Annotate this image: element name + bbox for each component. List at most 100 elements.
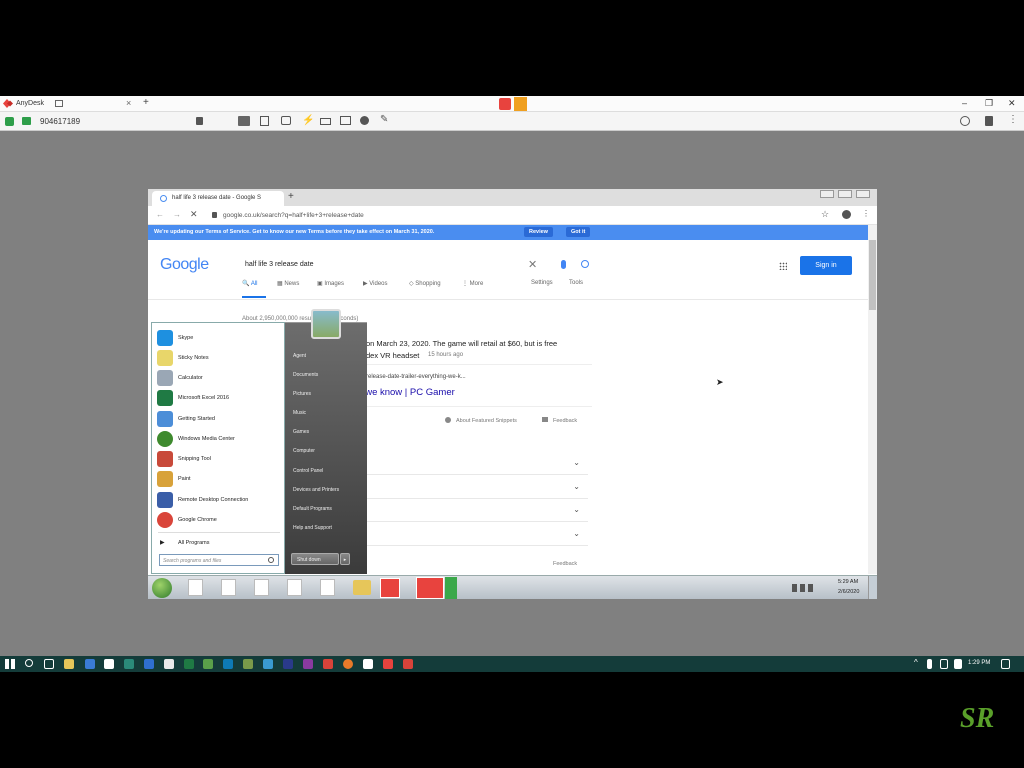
taskbar-app-icon[interactable] — [221, 579, 236, 596]
address-bar[interactable]: google.co.uk/search?q=half+life+3+releas… — [223, 212, 364, 219]
firefox-icon[interactable] — [343, 659, 353, 669]
taskbar-app-icon[interactable] — [254, 579, 269, 596]
tab-images[interactable]: ▣ Images — [317, 280, 344, 287]
actions-icon[interactable]: ⚡ — [302, 115, 314, 126]
tab-more[interactable]: ⋮ More — [462, 280, 483, 287]
shutdown-button[interactable]: Shut down — [291, 553, 339, 565]
screen-icon[interactable] — [340, 116, 351, 125]
search-input[interactable]: half life 3 release date — [245, 261, 314, 268]
start-link-games[interactable]: Games — [293, 429, 309, 435]
user-picture[interactable] — [311, 309, 341, 339]
taskbar-anydesk-icon[interactable] — [380, 578, 400, 598]
start-item-paint[interactable]: Paint — [156, 470, 284, 489]
file-explorer-icon[interactable] — [64, 659, 74, 669]
chrome-new-tab-button[interactable]: + — [288, 191, 294, 202]
remote-session-icon[interactable] — [499, 98, 511, 110]
chrome-minimize-button[interactable] — [820, 190, 834, 198]
start-link-default-programs[interactable]: Default Programs — [293, 506, 332, 512]
tab-all[interactable]: 🔍 All — [242, 280, 257, 287]
anydesk-new-tab-button[interactable]: + — [143, 97, 149, 108]
tray-chevron-icon[interactable]: ^ — [914, 658, 918, 667]
tos-got-it-button[interactable]: Got it — [566, 227, 591, 237]
search-icon[interactable] — [25, 659, 33, 667]
tools-link[interactable]: Tools — [569, 280, 583, 286]
chrome-tab[interactable]: half life 3 release date - Google S — [152, 191, 284, 206]
app-icon[interactable] — [263, 659, 273, 669]
start-link-help-support[interactable]: Help and Support — [293, 525, 332, 531]
chrome-maximize-button[interactable] — [838, 190, 852, 198]
people-also-ask-row[interactable]: ⌄ — [366, 455, 588, 475]
start-link-documents[interactable]: Documents — [293, 372, 318, 378]
settings-icon[interactable] — [360, 116, 369, 125]
keyboard-icon[interactable] — [320, 118, 331, 125]
tray-icon[interactable] — [940, 659, 948, 669]
people-also-ask-row[interactable]: ⌄ — [366, 526, 588, 546]
anydesk-tab-close[interactable]: × — [126, 98, 131, 108]
chrome-window-controls[interactable] — [820, 190, 872, 199]
app-icon[interactable] — [403, 659, 413, 669]
start-item-media-center[interactable]: Windows Media Center — [156, 430, 284, 449]
start-item-skype[interactable]: Skype — [156, 329, 284, 348]
taskbar-app-icon[interactable] — [320, 579, 335, 596]
start-link-devices-printers[interactable]: Devices and Printers — [293, 487, 339, 493]
start-item-getting-started[interactable]: Getting Started — [156, 410, 284, 429]
snippet-title-link[interactable]: ng we know | PC Gamer — [352, 387, 455, 398]
feedback-bottom-link[interactable]: Feedback — [553, 561, 577, 567]
app-icon[interactable] — [323, 659, 333, 669]
taskbar-folder-icon[interactable] — [353, 580, 371, 595]
store-icon[interactable] — [104, 659, 114, 669]
chrome-scrollbar[interactable] — [868, 225, 877, 574]
start-item-remote-desktop[interactable]: Remote Desktop Connection — [156, 491, 284, 510]
app-icon[interactable] — [303, 659, 313, 669]
tab-shopping[interactable]: ◇ Shopping — [409, 280, 441, 287]
tab-news[interactable]: ▦ News — [277, 280, 299, 287]
chrome-menu-icon[interactable]: ⋮ — [862, 209, 870, 218]
bookmark-star-icon[interactable]: ☆ — [821, 209, 829, 220]
taskbar-chrome-icon[interactable] — [445, 577, 457, 599]
apps-grid-icon[interactable] — [779, 262, 787, 270]
scrollbar-thumb[interactable] — [869, 240, 876, 310]
chrome-close-button[interactable] — [856, 190, 870, 198]
google-logo[interactable]: Google — [160, 256, 209, 274]
maximize-button[interactable]: ❐ — [985, 98, 993, 109]
settings-link[interactable]: Settings — [531, 280, 553, 286]
excel-icon[interactable] — [184, 659, 194, 669]
sign-in-button[interactable]: Sign in — [800, 256, 852, 275]
start-link-pictures[interactable]: Pictures — [293, 391, 311, 397]
start-item-calculator[interactable]: Calculator — [156, 369, 284, 388]
mail-icon[interactable] — [85, 659, 95, 669]
start-item-chrome[interactable]: Google Chrome — [156, 511, 284, 530]
tray-icons[interactable] — [792, 584, 816, 592]
show-desktop-button[interactable] — [868, 576, 877, 599]
people-also-ask-row[interactable]: ⌄ — [366, 479, 588, 499]
history-icon[interactable] — [960, 116, 970, 126]
download-icon[interactable] — [514, 97, 527, 111]
lock-icon[interactable] — [196, 117, 203, 125]
app-icon[interactable] — [243, 659, 253, 669]
clear-icon[interactable]: ✕ — [528, 258, 537, 271]
shutdown-options-arrow[interactable]: ▸ — [340, 553, 350, 565]
tab-videos[interactable]: ▶ Videos — [363, 280, 388, 287]
draw-icon[interactable]: ✎ — [380, 114, 388, 125]
windows-start-orb-icon[interactable] — [152, 578, 172, 598]
todo-icon[interactable] — [144, 659, 154, 669]
notifications-icon[interactable] — [1001, 659, 1010, 669]
profile-icon[interactable] — [842, 210, 851, 219]
tray-icon[interactable] — [927, 659, 932, 669]
start-item-snipping-tool[interactable]: Snipping Tool — [156, 450, 284, 469]
start-item-sticky-notes[interactable]: Sticky Notes — [156, 349, 284, 368]
search-box[interactable]: half life 3 release date ✕ — [233, 252, 598, 278]
anydesk-taskbar-icon[interactable] — [383, 659, 393, 669]
file-icon[interactable] — [260, 116, 269, 126]
minimize-button[interactable]: – — [962, 98, 967, 108]
task-view-icon[interactable] — [44, 659, 54, 669]
app-icon[interactable] — [203, 659, 213, 669]
windows-start-icon[interactable] — [5, 659, 15, 669]
start-link-music[interactable]: Music — [293, 410, 306, 416]
app-icon[interactable] — [124, 659, 134, 669]
clipboard-icon[interactable] — [985, 116, 993, 126]
people-also-ask-row[interactable]: ⌄ — [366, 502, 588, 522]
start-link-computer[interactable]: Computer — [293, 448, 315, 454]
tos-review-button[interactable]: Review — [524, 227, 553, 237]
app-icon[interactable] — [164, 659, 174, 669]
